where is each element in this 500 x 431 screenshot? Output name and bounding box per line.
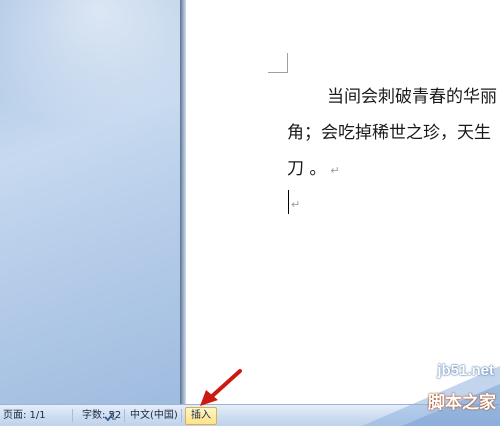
- status-separator: [72, 409, 73, 422]
- document-text-2: 角；会吃掉稀世之珍，天生: [287, 123, 491, 143]
- workspace-highlight: [0, 0, 180, 140]
- insert-mode-button[interactable]: 插入: [185, 407, 217, 425]
- red-arrow-annotation: [200, 369, 242, 406]
- document-text-1: 当间会刺破青春的华丽: [327, 87, 497, 107]
- margin-corner-mark: [268, 53, 288, 73]
- status-separator: [181, 409, 182, 422]
- status-separator: [124, 409, 125, 422]
- document-line-1[interactable]: 当间会刺破青春的华丽: [327, 82, 497, 107]
- page-count[interactable]: 页面: 1/1: [3, 405, 46, 426]
- document-page[interactable]: [186, 0, 500, 404]
- language-indicator[interactable]: 中文(中国): [130, 405, 178, 426]
- watermark-name: 脚本之家: [428, 393, 496, 413]
- text-cursor: [288, 190, 289, 214]
- paragraph-mark: ↵: [330, 164, 340, 177]
- document-text-3: 刀 。: [287, 159, 327, 179]
- left-workspace: [0, 0, 180, 404]
- watermark-domain: jb51.net: [437, 362, 494, 379]
- empty-paragraph-mark: ↵: [291, 198, 301, 211]
- document-line-3[interactable]: 刀 。 ↵: [287, 154, 340, 179]
- document-line-2[interactable]: 角；会吃掉稀世之珍，天生: [287, 118, 491, 143]
- spellcheck-icon[interactable]: [103, 405, 118, 426]
